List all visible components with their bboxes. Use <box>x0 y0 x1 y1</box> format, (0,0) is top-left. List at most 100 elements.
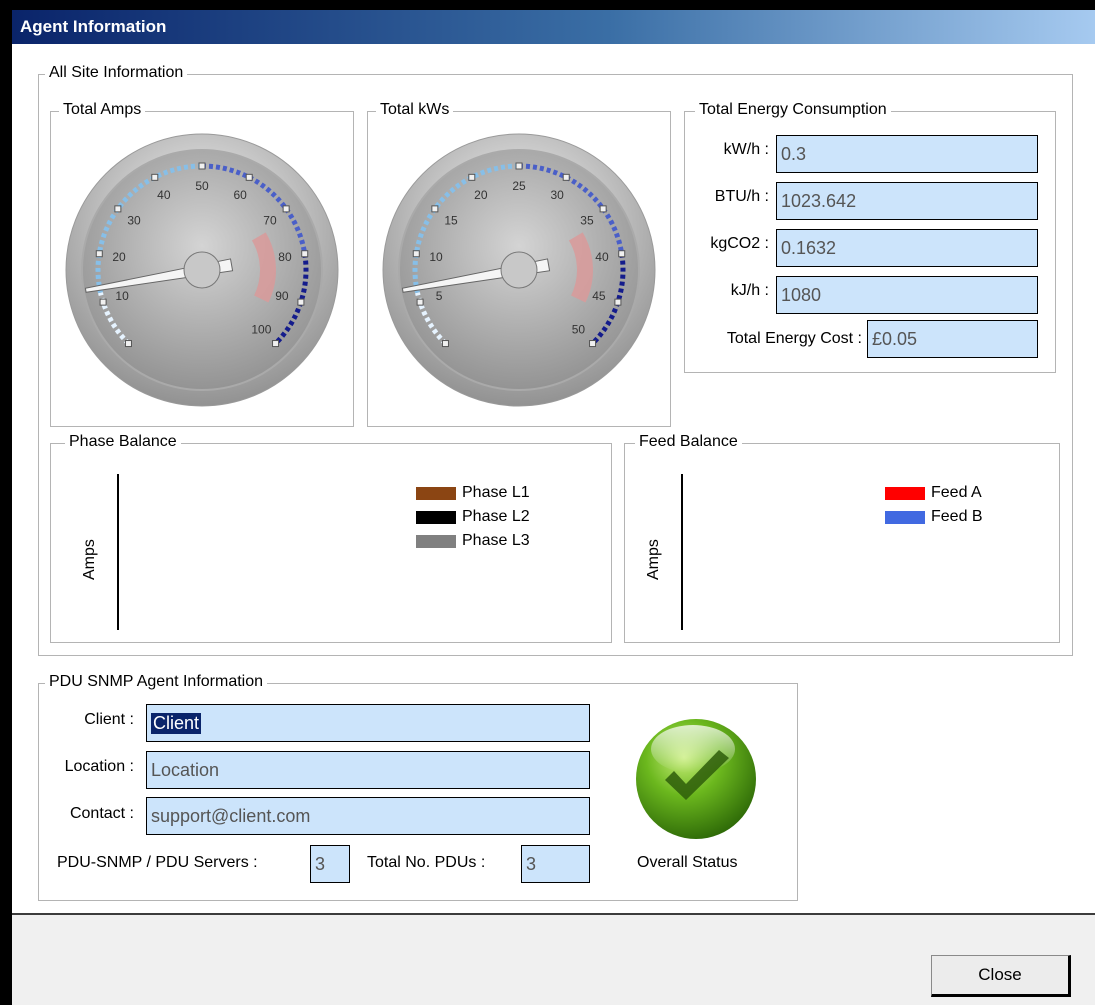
phase-balance-group: Phase Balance Amps Phase L1 Phase L2 Pha… <box>50 433 612 643</box>
amps-gauge-tick-mark <box>245 173 253 181</box>
feed-balance-axis-label: Amps <box>645 539 662 580</box>
feed-balance-y-axis <box>681 474 683 630</box>
kws-gauge-tick-mark <box>468 173 476 181</box>
kws-gauge-tick-label: 40 <box>595 250 609 264</box>
location-field[interactable]: Location <box>146 751 590 789</box>
check-icon <box>636 719 756 839</box>
kgco2-label: kgCO2 : <box>710 235 769 252</box>
amps-gauge-tick-label: 40 <box>157 188 171 202</box>
phase-balance-axis-label: Amps <box>81 539 98 580</box>
total-energy-cost-label: Total Energy Cost : <box>726 330 862 347</box>
kws-gauge-tick-mark <box>441 340 449 348</box>
kws-gauge-tick-label: 45 <box>592 289 606 303</box>
kws-gauge-hub <box>500 251 538 289</box>
kws-gauge-tick-label: 25 <box>512 179 526 193</box>
total-amps-label: Total Amps <box>59 101 146 119</box>
phase-l3-swatch <box>416 535 456 548</box>
amps-gauge-tick-mark <box>114 205 122 213</box>
kws-gauge-tick-label: 35 <box>580 214 594 228</box>
pdu-snmp-agent-information-group: PDU SNMP Agent Information Client : Clie… <box>38 673 798 901</box>
feed-a-swatch <box>885 487 925 500</box>
amps-gauge-tick-mark <box>272 340 280 348</box>
title-bar[interactable]: Agent Information <box>12 10 1095 44</box>
amps-gauge-tick-label: 80 <box>278 250 292 264</box>
total-energy-consumption-group: Total Energy Consumption kW/h : 0.3 BTU/… <box>684 101 1056 373</box>
total-kws-label: Total kWs <box>376 101 454 119</box>
total-amps-gauge: 10 20 30 40 50 60 70 80 90 100 <box>65 133 339 407</box>
kws-gauge-tick-mark <box>599 205 607 213</box>
kjh-label: kJ/h : <box>730 282 769 299</box>
kws-gauge-tick-label: 30 <box>550 188 564 202</box>
pdu-snmp-agent-information-label: PDU SNMP Agent Information <box>45 673 268 691</box>
kws-gauge-tick-mark <box>562 173 570 181</box>
agent-information-window: Agent Information All Site Information T… <box>12 10 1095 1005</box>
amps-gauge-tick-mark <box>297 298 305 306</box>
location-label: Location : <box>64 758 134 775</box>
amps-gauge-hub <box>183 251 221 289</box>
kws-gauge-tick-label: 50 <box>572 322 586 336</box>
amps-gauge-tick-label: 60 <box>233 188 247 202</box>
phase-balance-y-axis <box>117 474 119 630</box>
client-field-text: Client <box>151 712 202 734</box>
btu-label: BTU/h : <box>714 188 769 205</box>
kws-gauge-tick-mark <box>589 340 597 348</box>
amps-gauge-tick-label: 70 <box>263 214 277 228</box>
kws-gauge-tick-label: 10 <box>429 250 443 264</box>
amps-gauge-tick-label: 90 <box>275 289 289 303</box>
phase-l2-swatch <box>416 511 456 524</box>
kgco2-field[interactable]: 0.1632 <box>776 229 1038 267</box>
kws-gauge-tick-mark <box>416 298 424 306</box>
phase-balance-label: Phase Balance <box>65 433 181 451</box>
amps-gauge-tick-label: 20 <box>112 250 126 264</box>
amps-gauge-tick-label: 50 <box>195 179 209 193</box>
pdu-servers-field[interactable]: 3 <box>310 845 350 883</box>
amps-gauge-tick-mark <box>95 250 103 258</box>
total-pdus-field[interactable]: 3 <box>521 845 590 883</box>
feed-a-legend: Feed A <box>931 484 982 501</box>
total-kws-gauge: 5 10 15 20 25 30 35 40 45 50 <box>382 133 656 407</box>
kws-gauge-tick-label: 15 <box>444 214 458 228</box>
feed-b-swatch <box>885 511 925 524</box>
kws-gauge-tick-mark <box>515 162 523 170</box>
amps-gauge-tick-mark <box>151 173 159 181</box>
total-energy-cost-field[interactable]: £0.05 <box>867 320 1038 358</box>
kws-gauge-tick-mark <box>412 250 420 258</box>
total-amps-group: Total Amps 10 20 30 40 50 60 70 80 90 100 <box>50 101 354 427</box>
feed-balance-label: Feed Balance <box>635 433 742 451</box>
btu-field[interactable]: 1023.642 <box>776 182 1038 220</box>
total-energy-consumption-label: Total Energy Consumption <box>695 101 891 119</box>
kwh-field[interactable]: 0.3 <box>776 135 1038 173</box>
all-site-information-label: All Site Information <box>45 64 188 82</box>
amps-gauge-tick-mark <box>282 205 290 213</box>
amps-gauge-tick-mark <box>99 298 107 306</box>
phase-l2-legend: Phase L2 <box>462 508 530 525</box>
kws-gauge-tick-label: 5 <box>436 289 443 303</box>
amps-gauge-tick-mark <box>124 340 132 348</box>
contact-label: Contact : <box>69 805 134 822</box>
amps-gauge-tick-mark <box>198 162 206 170</box>
window-title: Agent Information <box>20 17 167 36</box>
kws-gauge-tick-mark <box>618 250 626 258</box>
amps-gauge-tick-label: 10 <box>115 289 129 303</box>
phase-l1-swatch <box>416 487 456 500</box>
feed-b-legend: Feed B <box>931 508 983 525</box>
feed-balance-group: Feed Balance Amps Feed A Feed B <box>624 433 1060 643</box>
kjh-field[interactable]: 1080 <box>776 276 1038 314</box>
client-field[interactable]: Client <box>146 704 590 742</box>
amps-gauge-tick-mark <box>301 250 309 258</box>
kws-gauge-tick-label: 20 <box>474 188 488 202</box>
total-kws-group: Total kWs 5 10 15 20 25 30 35 40 45 50 <box>367 101 671 427</box>
dialog-footer: Close <box>12 913 1095 1005</box>
phase-l3-legend: Phase L3 <box>462 532 530 549</box>
phase-l1-legend: Phase L1 <box>462 484 530 501</box>
amps-gauge-tick-label: 30 <box>127 214 141 228</box>
contact-field[interactable]: support@client.com <box>146 797 590 835</box>
client-label: Client : <box>84 711 134 728</box>
all-site-information-group: All Site Information Total Amps 10 20 30 40… <box>38 64 1073 656</box>
amps-gauge-tick-label: 100 <box>251 322 271 336</box>
close-button[interactable]: Close <box>931 955 1071 997</box>
pdu-servers-label: PDU-SNMP / PDU Servers : <box>57 854 258 871</box>
overall-status-label: Overall Status <box>637 854 738 871</box>
kws-gauge-tick-mark <box>614 298 622 306</box>
kws-gauge-tick-mark <box>431 205 439 213</box>
